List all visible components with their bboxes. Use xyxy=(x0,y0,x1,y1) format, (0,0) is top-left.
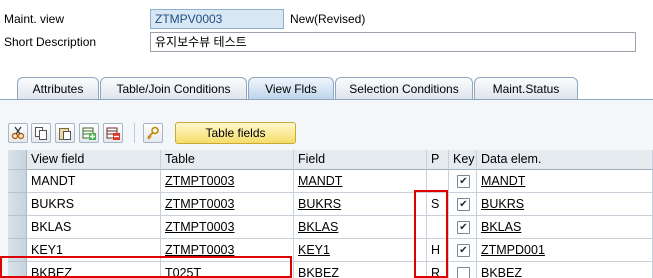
tab-selection-conditions[interactable]: Selection Conditions xyxy=(335,77,473,100)
maint-view-label: Maint. view xyxy=(4,12,65,26)
table-cell[interactable]: ZTMPT0003 xyxy=(161,170,294,193)
data-element-cell[interactable]: BKBEZ xyxy=(477,262,653,278)
column-header-view-field[interactable]: View field xyxy=(27,150,161,170)
toolbar-separator xyxy=(134,123,135,143)
row-selector[interactable] xyxy=(8,216,27,239)
view-field-cell[interactable]: BKLAS xyxy=(27,216,161,239)
p-cell[interactable]: S xyxy=(427,193,449,216)
row-selector[interactable] xyxy=(8,239,27,262)
data-element-cell[interactable]: MANDT xyxy=(477,170,653,193)
field-cell[interactable]: MANDT xyxy=(294,170,427,193)
column-header-p[interactable]: P xyxy=(427,150,449,170)
data-element-cell[interactable]: ZTMPD001 xyxy=(477,239,653,262)
tab-table-join-conditions[interactable]: Table/Join Conditions xyxy=(100,77,247,100)
p-cell[interactable] xyxy=(427,216,449,239)
key-cell xyxy=(449,216,477,239)
field-cell[interactable]: BKLAS xyxy=(294,216,427,239)
table-row: KEY1 ZTMPT0003 KEY1 H ZTMPD001 xyxy=(8,239,653,262)
key-checkbox[interactable] xyxy=(457,244,470,257)
field-cell[interactable]: BUKRS xyxy=(294,193,427,216)
row-selector[interactable] xyxy=(8,193,27,216)
row-selector[interactable] xyxy=(8,262,27,278)
table-cell[interactable]: ZTMPT0003 xyxy=(161,216,294,239)
table-row: MANDT ZTMPT0003 MANDT MANDT xyxy=(8,170,653,193)
key-cell xyxy=(449,239,477,262)
delete-row-icon[interactable] xyxy=(103,123,123,143)
tab-view-fields[interactable]: View Flds xyxy=(248,77,334,101)
short-description-field[interactable]: 유지보수뷰 테스트 xyxy=(150,32,636,52)
p-cell[interactable]: R xyxy=(427,262,449,278)
key-cell xyxy=(449,193,477,216)
table-row: BKBEZ T025T BKBEZ R BKBEZ xyxy=(8,262,653,278)
table-cell[interactable]: ZTMPT0003 xyxy=(161,193,294,216)
tab-maint-status[interactable]: Maint.Status xyxy=(474,77,578,100)
view-fields-table: View field Table Field P Key Data elem. … xyxy=(8,150,653,278)
row-selector[interactable] xyxy=(8,170,27,193)
column-header-field[interactable]: Field xyxy=(294,150,427,170)
view-field-cell[interactable]: BUKRS xyxy=(27,193,161,216)
p-cell[interactable] xyxy=(427,170,449,193)
short-description-label: Short Description xyxy=(4,35,97,49)
cut-icon[interactable] xyxy=(8,123,28,143)
key-checkbox[interactable] xyxy=(457,175,470,188)
table-row: BUKRS ZTMPT0003 BUKRS S BUKRS xyxy=(8,193,653,216)
key-cell xyxy=(449,170,477,193)
table-header-row: View field Table Field P Key Data elem. xyxy=(8,150,653,170)
table-cell[interactable]: ZTMPT0003 xyxy=(161,239,294,262)
data-element-cell[interactable]: BUKRS xyxy=(477,193,653,216)
key-checkbox[interactable] xyxy=(457,221,470,234)
column-header-data-element[interactable]: Data elem. xyxy=(477,150,653,170)
select-all-cell[interactable] xyxy=(8,150,27,170)
tab-attributes[interactable]: Attributes xyxy=(17,77,99,100)
table-row: BKLAS ZTMPT0003 BKLAS BKLAS xyxy=(8,216,653,239)
view-field-cell[interactable]: MANDT xyxy=(27,170,161,193)
insert-row-icon[interactable] xyxy=(79,123,99,143)
table-cell[interactable]: T025T xyxy=(161,262,294,278)
data-element-cell[interactable]: BKLAS xyxy=(477,216,653,239)
view-field-cell[interactable]: KEY1 xyxy=(27,239,161,262)
key-checkbox[interactable] xyxy=(457,198,470,211)
column-header-key[interactable]: Key xyxy=(449,150,477,170)
key-icon[interactable] xyxy=(143,123,163,143)
paste-icon[interactable] xyxy=(55,123,75,143)
field-cell[interactable]: KEY1 xyxy=(294,239,427,262)
key-checkbox[interactable] xyxy=(457,267,470,278)
p-cell[interactable]: H xyxy=(427,239,449,262)
key-cell xyxy=(449,262,477,278)
copy-icon[interactable] xyxy=(31,123,51,143)
status-text: New(Revised) xyxy=(290,12,366,26)
column-header-table[interactable]: Table xyxy=(161,150,294,170)
maint-view-field[interactable]: ZTMPV0003 xyxy=(150,9,284,29)
field-cell[interactable]: BKBEZ xyxy=(294,262,427,278)
view-field-cell[interactable]: BKBEZ xyxy=(27,262,161,278)
tab-strip: Attributes Table/Join Conditions View Fl… xyxy=(0,77,653,101)
table-fields-button[interactable]: Table fields xyxy=(175,122,296,144)
